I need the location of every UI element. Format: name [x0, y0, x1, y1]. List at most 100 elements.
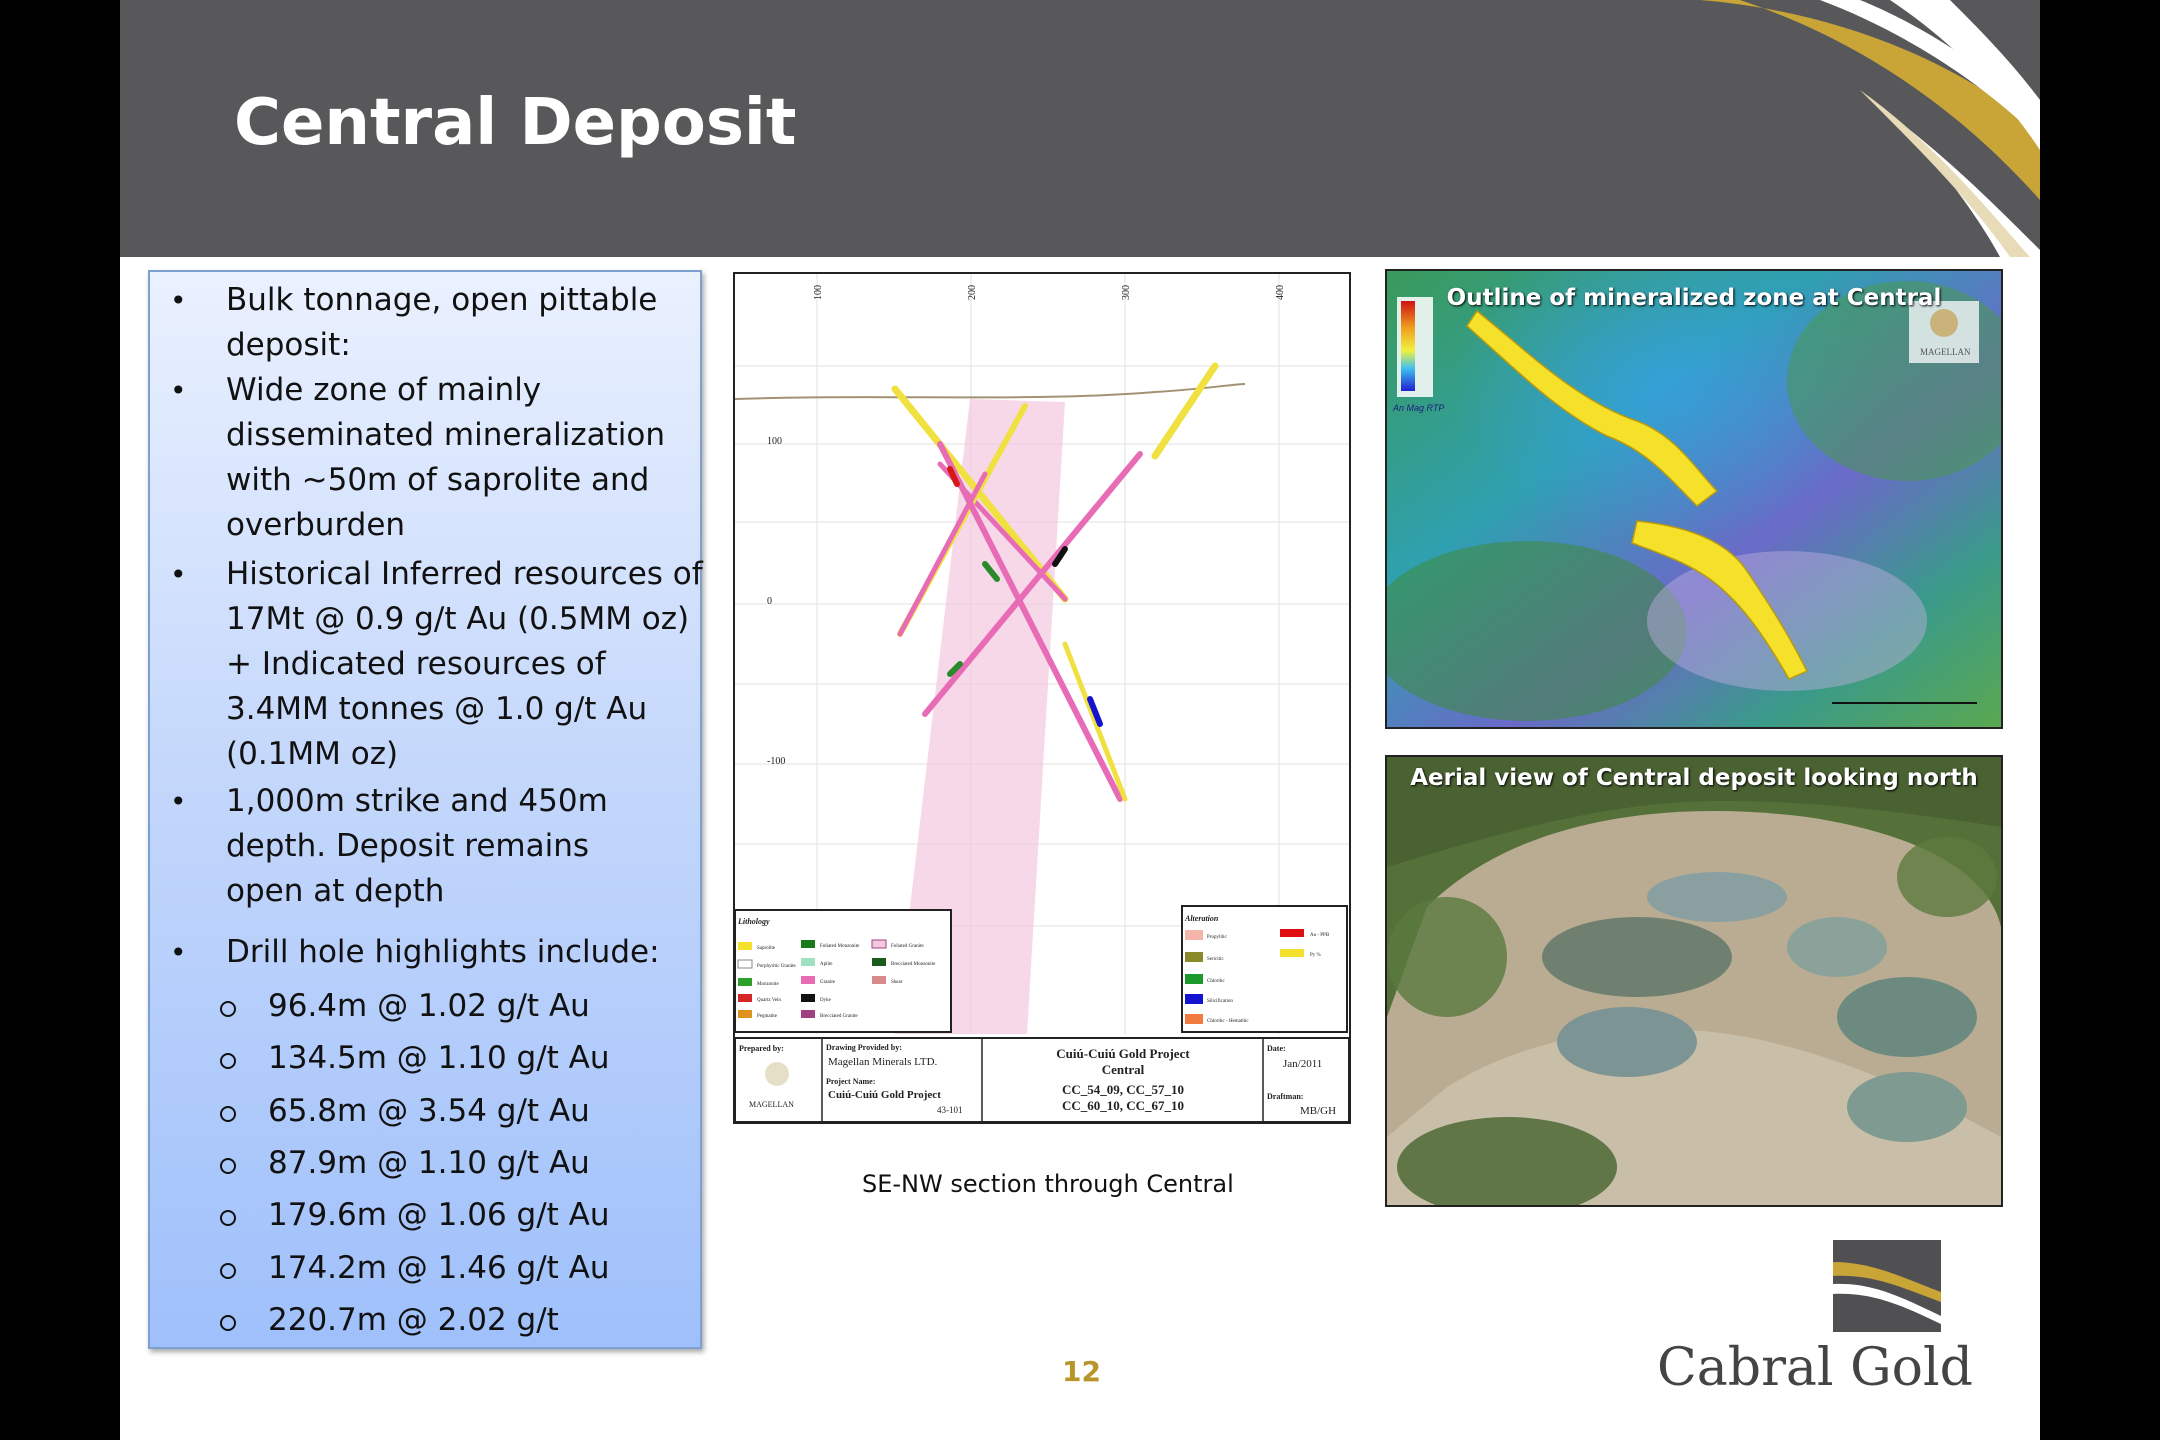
bullet-text: 3.4MM tonnes @ 1.0 g/t Au — [226, 691, 648, 727]
bullet-item: • Bulk tonnage, open pittable deposit: — [170, 278, 690, 368]
prepared-by-label: Prepared by: — [739, 1044, 784, 1053]
highlight-text: 174.2m @ 1.46 g/t Au — [268, 1250, 610, 1286]
drill-hole — [1062, 641, 1128, 802]
sub-bullet-circle — [220, 1001, 236, 1017]
legend-item: Pegmatite — [757, 1014, 778, 1019]
legend-item: Monzonite — [757, 982, 779, 987]
legend-item: Aplite — [820, 962, 833, 967]
legend-item: Propylitic — [1207, 935, 1228, 940]
section-caption: SE-NW section through Central — [862, 1170, 1234, 1198]
legend-item: Foliated Granite — [891, 944, 924, 949]
sub-bullet-circle — [220, 1315, 236, 1331]
map-logo-label: MAGELLAN — [1920, 347, 1971, 357]
bullet-item: • Wide zone of mainly disseminated mineral… — [170, 368, 690, 548]
tick-side: -100 — [767, 756, 785, 767]
draftsman-value: MB/GH — [1300, 1105, 1336, 1117]
cabral-gold-logo-text: Cabral Gold — [1657, 1338, 1973, 1398]
center-title: Cuiú-Cuiú Gold Project — [1056, 1046, 1190, 1061]
highlight-text: 65.8m @ 3.54 g/t Au — [268, 1093, 590, 1129]
legend-item: Shear — [891, 980, 903, 985]
legend-item: Au - PPB — [1310, 933, 1330, 938]
bullet-text: with ~50m of saprolite and — [226, 462, 650, 498]
page-number: 12 — [1062, 1355, 1101, 1388]
legend-item: Brecciated Monzonite — [891, 962, 936, 967]
tick-top: 300 — [1121, 285, 1132, 300]
legend-item: Py % — [1310, 953, 1321, 958]
legend-item: Brecciated Granite — [820, 1014, 858, 1019]
cross-section-figure: 100 200 300 400 100 0 -100 Lithology Sap… — [733, 272, 1351, 1124]
project-label: Project Name: — [826, 1077, 875, 1086]
sub-bullet-circle — [220, 1210, 236, 1226]
cabral-gold-logo-icon — [1833, 1240, 1941, 1332]
header-bar: Central Deposit — [120, 0, 2040, 257]
bullet-dot: • — [170, 558, 187, 591]
legend-item: Silicification — [1207, 999, 1233, 1004]
aerial-svg — [1387, 757, 2001, 1205]
bullet-text: Historical Inferred resources of — [226, 556, 703, 592]
legend-item: Granite — [820, 980, 836, 985]
bullet-text: disseminated mineralization — [226, 417, 666, 453]
tick-top: 400 — [1275, 285, 1286, 300]
legend-item: Chloritic — [1207, 979, 1226, 984]
map-title: Outline of mineralized zone at Central — [1446, 285, 1942, 311]
bullet-dot: • — [170, 374, 187, 407]
bullet-text: 17Mt @ 0.9 g/t Au (0.5MM oz) — [226, 601, 690, 637]
aerial-photo: Aerial view of Central deposit looking n… — [1385, 755, 2003, 1207]
bullet-text: overburden — [226, 507, 406, 543]
slide-title: Central Deposit — [234, 86, 797, 160]
center-sub: Central — [1102, 1062, 1145, 1077]
slide: Central Deposit • Bulk tonnage, open pitt… — [120, 0, 2040, 1440]
bullet-text: open at depth — [226, 873, 445, 909]
legend-alteration-title: Alteration — [1184, 914, 1219, 923]
bullet-text: 1,000m strike and 450m — [226, 783, 608, 819]
legend-item: Porphyritic Granite — [757, 964, 797, 969]
mineralized-zone-map: An Mag RTP MAGELLAN Outline of mineraliz… — [1385, 269, 2003, 729]
bullet-item: • 1,000m strike and 450m depth. Deposit re… — [170, 779, 690, 914]
map-svg: An Mag RTP MAGELLAN — [1387, 271, 2001, 727]
project-number: 43-101 — [937, 1105, 963, 1115]
bullet-text: Drill hole highlights include: — [226, 934, 660, 970]
sub-bullet-circle — [220, 1158, 236, 1174]
magellan-logo-label: MAGELLAN — [749, 1100, 794, 1109]
topography-line — [735, 383, 1246, 400]
magellan-logo-icon — [765, 1062, 789, 1086]
sub-bullet-circle — [220, 1263, 236, 1279]
bullet-text: + Indicated resources of — [226, 646, 606, 682]
bullet-text: depth. Deposit remains — [226, 828, 590, 864]
legend-item: Dyke — [820, 998, 832, 1003]
project-value: Cuiú-Cuiú Gold Project — [828, 1089, 941, 1101]
cross-section-svg: 100 200 300 400 100 0 -100 Lithology Sap… — [735, 274, 1349, 1122]
tick-top: 100 — [813, 285, 824, 300]
drawing-label: Drawing Provided by: — [826, 1043, 902, 1052]
tick-side: 100 — [767, 436, 782, 447]
aerial-title: Aerial view of Central deposit looking n… — [1410, 765, 1978, 791]
map-legend-label: An Mag RTP — [1392, 403, 1444, 413]
bullet-panel: • Bulk tonnage, open pittable deposit: • Wid… — [148, 270, 703, 1349]
drawing-value: Magellan Minerals LTD. — [828, 1056, 938, 1068]
bullet-text: (0.1MM oz) — [226, 736, 399, 772]
drill-hole — [1151, 362, 1219, 460]
bullet-text: deposit: — [226, 327, 351, 363]
color-scale-bar — [1401, 301, 1415, 391]
highlight-text: 96.4m @ 1.02 g/t Au — [268, 988, 590, 1024]
date-value: Jan/2011 — [1283, 1058, 1322, 1070]
sub-bullet-circle — [220, 1053, 236, 1069]
tick-top: 200 — [967, 285, 978, 300]
legend-item: Saprolite — [757, 946, 776, 951]
date-label: Date: — [1267, 1044, 1286, 1053]
brand-swoosh — [1700, 0, 2040, 257]
legend-item: Foliated Monzonite — [820, 944, 860, 949]
legend-item: Quartz Vein — [757, 998, 781, 1003]
hole-ids-2: CC_60_10, CC_67_10 — [1062, 1098, 1184, 1113]
legend-item: Sericitic — [1207, 957, 1224, 962]
bullet-item: • Drill hole highlights include: — [170, 930, 690, 975]
highlight-text: 134.5m @ 1.10 g/t Au — [268, 1040, 610, 1076]
hole-ids-1: CC_54_09, CC_57_10 — [1062, 1082, 1184, 1097]
bullet-item: • Historical Inferred resources of 17Mt @ … — [170, 552, 703, 777]
bullet-dot: • — [170, 785, 187, 818]
bullet-dot: • — [170, 284, 187, 317]
draftsman-label: Draftman: — [1267, 1092, 1303, 1101]
highlight-text: 220.7m @ 2.02 g/t — [268, 1302, 559, 1338]
bullet-dot: • — [170, 936, 187, 969]
legend-item: Chloritic - Hematitic — [1207, 1019, 1249, 1024]
